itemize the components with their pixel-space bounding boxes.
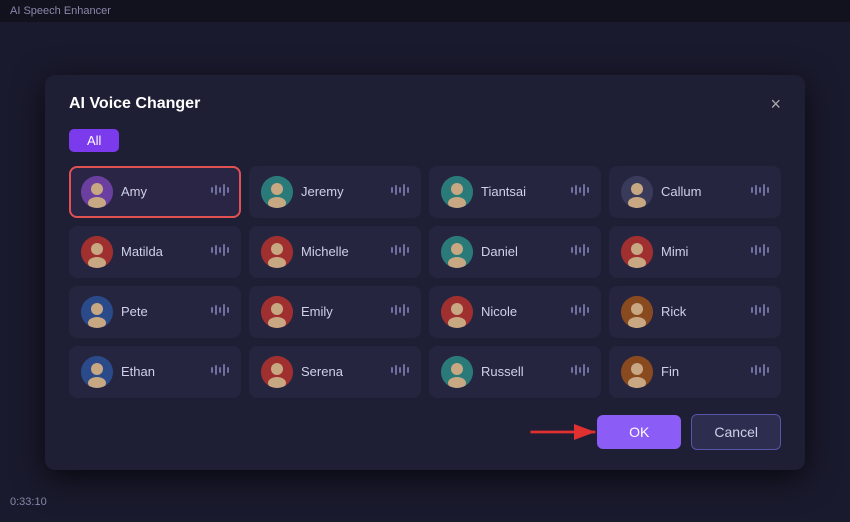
dialog-header: AI Voice Changer × — [69, 95, 781, 113]
voice-card-nicole[interactable]: Nicole — [429, 286, 601, 338]
voice-name-ethan: Ethan — [121, 364, 203, 379]
filter-bar: All — [69, 129, 781, 152]
top-bar-label: AI Speech Enhancer — [10, 5, 111, 17]
voice-card-fin[interactable]: Fin — [609, 346, 781, 398]
avatar-emily — [261, 296, 293, 328]
voice-name-emily: Emily — [301, 304, 383, 319]
arrow-indicator — [526, 418, 606, 446]
avatar-mimi — [621, 236, 653, 268]
voice-name-matilda: Matilda — [121, 244, 203, 259]
voice-name-tiantsai: Tiantsai — [481, 184, 563, 199]
wave-icon-tiantsai — [571, 184, 589, 199]
voice-name-russell: Russell — [481, 364, 563, 379]
avatar-pete — [81, 296, 113, 328]
wave-icon-serena — [391, 364, 409, 379]
voice-card-russell[interactable]: Russell — [429, 346, 601, 398]
avatar-jeremy — [261, 176, 293, 208]
close-button[interactable]: × — [770, 95, 781, 113]
voice-name-pete: Pete — [121, 304, 203, 319]
voice-card-pete[interactable]: Pete — [69, 286, 241, 338]
top-bar: AI Speech Enhancer — [0, 0, 850, 22]
avatar-amy — [81, 176, 113, 208]
voice-card-amy[interactable]: Amy — [69, 166, 241, 218]
voice-name-mimi: Mimi — [661, 244, 743, 259]
avatar-daniel — [441, 236, 473, 268]
ai-voice-changer-dialog: AI Voice Changer × All Amy Jeremy — [45, 75, 805, 470]
avatar-rick — [621, 296, 653, 328]
filter-all-button[interactable]: All — [69, 129, 119, 152]
avatar-nicole — [441, 296, 473, 328]
voice-grid: Amy Jeremy Tiantsai — [69, 166, 781, 398]
wave-icon-pete — [211, 304, 229, 319]
voice-name-rick: Rick — [661, 304, 743, 319]
avatar-russell — [441, 356, 473, 388]
timer-display: 0:33:10 — [10, 496, 47, 508]
wave-icon-ethan — [211, 364, 229, 379]
avatar-callum — [621, 176, 653, 208]
wave-icon-rick — [751, 304, 769, 319]
voice-card-serena[interactable]: Serena — [249, 346, 421, 398]
voice-name-fin: Fin — [661, 364, 743, 379]
wave-icon-fin — [751, 364, 769, 379]
voice-card-michelle[interactable]: Michelle — [249, 226, 421, 278]
wave-icon-emily — [391, 304, 409, 319]
voice-card-mimi[interactable]: Mimi — [609, 226, 781, 278]
voice-card-daniel[interactable]: Daniel — [429, 226, 601, 278]
voice-card-tiantsai[interactable]: Tiantsai — [429, 166, 601, 218]
wave-icon-michelle — [391, 244, 409, 259]
wave-icon-mimi — [751, 244, 769, 259]
voice-name-callum: Callum — [661, 184, 743, 199]
avatar-michelle — [261, 236, 293, 268]
wave-icon-matilda — [211, 244, 229, 259]
avatar-tiantsai — [441, 176, 473, 208]
voice-name-daniel: Daniel — [481, 244, 563, 259]
voice-name-michelle: Michelle — [301, 244, 383, 259]
avatar-serena — [261, 356, 293, 388]
wave-icon-daniel — [571, 244, 589, 259]
voice-card-callum[interactable]: Callum — [609, 166, 781, 218]
wave-icon-nicole — [571, 304, 589, 319]
wave-icon-jeremy — [391, 184, 409, 199]
ok-button[interactable]: OK — [597, 415, 681, 449]
avatar-fin — [621, 356, 653, 388]
ok-arrow-icon — [526, 418, 606, 446]
voice-name-serena: Serena — [301, 364, 383, 379]
voice-name-nicole: Nicole — [481, 304, 563, 319]
wave-icon-russell — [571, 364, 589, 379]
avatar-matilda — [81, 236, 113, 268]
avatar-ethan — [81, 356, 113, 388]
voice-card-rick[interactable]: Rick — [609, 286, 781, 338]
voice-name-jeremy: Jeremy — [301, 184, 383, 199]
wave-icon-callum — [751, 184, 769, 199]
dialog-title: AI Voice Changer — [69, 95, 200, 113]
wave-icon-amy — [211, 184, 229, 199]
cancel-button[interactable]: Cancel — [691, 414, 781, 450]
dialog-footer: OK Cancel — [69, 414, 781, 450]
voice-name-amy: Amy — [121, 184, 203, 199]
voice-card-matilda[interactable]: Matilda — [69, 226, 241, 278]
voice-card-jeremy[interactable]: Jeremy — [249, 166, 421, 218]
voice-card-ethan[interactable]: Ethan — [69, 346, 241, 398]
voice-card-emily[interactable]: Emily — [249, 286, 421, 338]
